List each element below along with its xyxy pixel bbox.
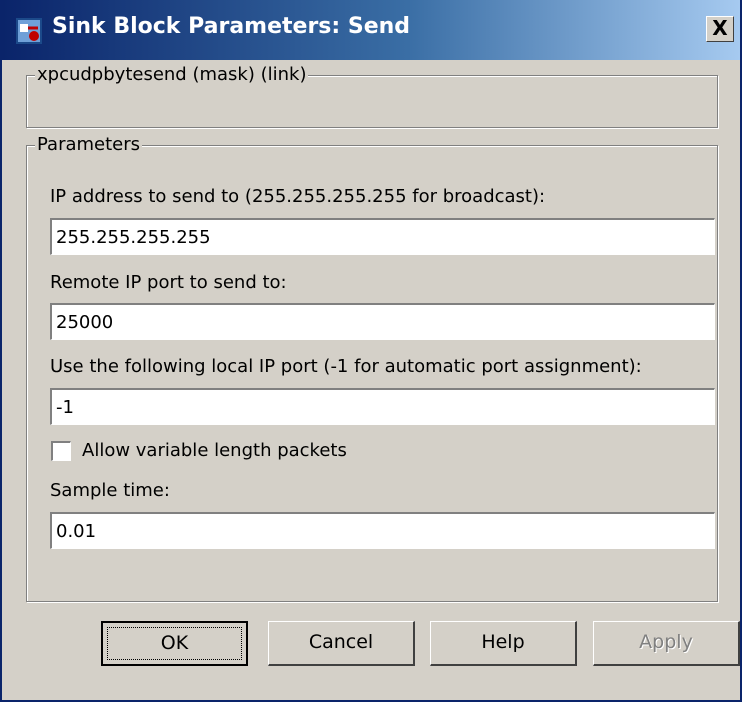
- description-group: xpcudpbytesend (mask) (link): [26, 64, 718, 128]
- remote-port-input[interactable]: 25000: [50, 303, 715, 340]
- help-button[interactable]: Help: [430, 621, 577, 666]
- local-port-label: Use the following local IP port (-1 for …: [50, 356, 642, 377]
- apply-button: Apply: [593, 621, 740, 666]
- simulink-block-icon: [16, 18, 42, 44]
- remote-port-label: Remote IP port to send to:: [50, 272, 287, 293]
- ip-address-input[interactable]: 255.255.255.255: [50, 218, 715, 255]
- ip-address-label: IP address to send to (255.255.255.255 f…: [50, 186, 546, 207]
- cancel-button[interactable]: Cancel: [268, 621, 415, 666]
- local-port-input[interactable]: -1: [50, 388, 715, 425]
- dialog-title: Sink Block Parameters: Send: [52, 14, 411, 39]
- sample-time-input[interactable]: 0.01: [50, 512, 715, 549]
- title-bar[interactable]: Sink Block Parameters: Send X: [2, 0, 740, 60]
- focus-rectangle: [107, 627, 242, 660]
- ok-button[interactable]: OK: [101, 621, 248, 666]
- sample-time-label: Sample time:: [50, 480, 170, 501]
- description-group-legend: xpcudpbytesend (mask) (link): [35, 64, 309, 86]
- close-button[interactable]: X: [706, 16, 734, 42]
- variable-length-label[interactable]: Allow variable length packets: [82, 440, 347, 462]
- parameters-group-legend: Parameters: [35, 134, 143, 156]
- dialog-window: Sink Block Parameters: Send X xpcudpbyte…: [0, 0, 742, 702]
- variable-length-checkbox[interactable]: [51, 441, 71, 461]
